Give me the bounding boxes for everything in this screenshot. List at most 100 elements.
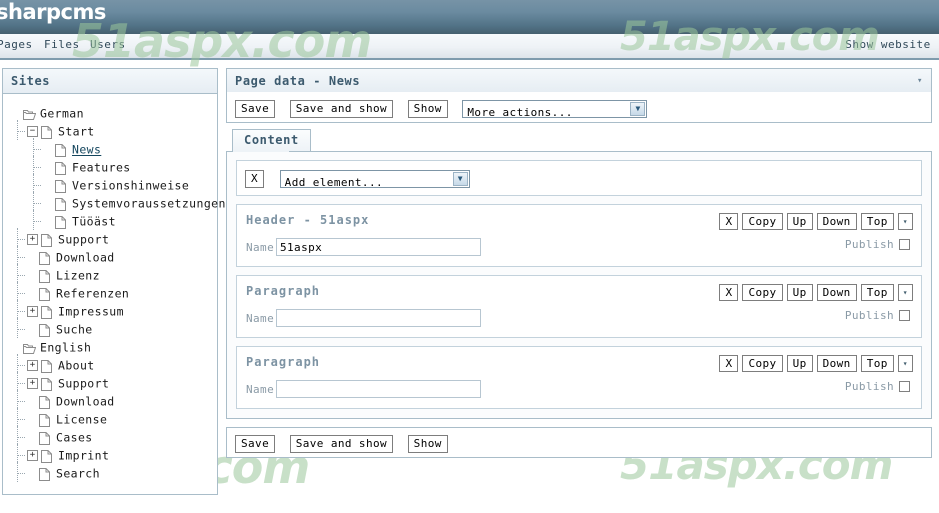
expand-icon[interactable]: +	[27, 234, 38, 245]
move-up-button[interactable]: Up	[786, 283, 813, 301]
tree-connector	[17, 228, 18, 248]
tree-item-label[interactable]: Support	[58, 377, 109, 391]
page-icon	[55, 143, 68, 157]
tree-item-label[interactable]: Download	[56, 251, 115, 265]
site-tree[interactable]: German − Start News Features Versionshinweise…	[3, 94, 225, 482]
copy-button[interactable]: Copy	[742, 283, 783, 301]
name-input[interactable]: 51aspx	[276, 238, 481, 256]
tree-item-versionshinweise[interactable]: Versionshinweise	[11, 174, 217, 194]
tree-item-label[interactable]: Referenzen	[56, 287, 129, 301]
publish-checkbox[interactable]	[899, 381, 910, 392]
expand-icon[interactable]: +	[27, 360, 38, 371]
tree-item-label[interactable]: Start	[58, 125, 95, 139]
publish-checkbox[interactable]	[899, 310, 910, 321]
tree-item-label[interactable]: Search	[56, 467, 100, 481]
tree-item-start[interactable]: − Start	[11, 120, 217, 140]
save-and-show-button[interactable]: Save and show	[289, 99, 394, 118]
menu-item-files[interactable]: Files	[44, 38, 80, 51]
name-input[interactable]	[276, 309, 481, 327]
menu-right-links[interactable]: Show website L	[845, 38, 939, 51]
tree-item-imprint[interactable]: + Imprint	[11, 444, 217, 464]
tab-baseline	[226, 151, 932, 152]
tree-item-suche[interactable]: Suche	[11, 318, 217, 338]
delete-button[interactable]: X	[719, 212, 739, 230]
tree-item-features[interactable]: Features	[11, 156, 217, 176]
tree-item-label[interactable]: Features	[72, 161, 131, 175]
tree-item-label[interactable]: Support	[58, 233, 109, 247]
collapse-icon[interactable]: −	[27, 126, 38, 137]
tree-item-impressum[interactable]: + Impressum	[11, 300, 217, 320]
tree-connector	[17, 311, 25, 312]
menu-item-users[interactable]: Users	[90, 38, 126, 51]
tab-content[interactable]: Content	[232, 129, 311, 151]
menu-item-pages[interactable]: Pages	[0, 38, 33, 51]
chevron-down-icon[interactable]: ▾	[917, 69, 923, 93]
tree-item-label[interactable]: License	[56, 413, 107, 427]
move-top-button[interactable]: Top	[860, 283, 894, 301]
tree-item-referenzen[interactable]: Referenzen	[11, 282, 217, 302]
chevron-down-icon[interactable]: ▾	[897, 212, 913, 230]
save-button[interactable]: Save	[235, 99, 276, 118]
tree-item-label[interactable]: Suche	[56, 323, 93, 337]
more-actions-select[interactable]: More actions... ▼	[462, 99, 648, 119]
move-down-button[interactable]: Down	[816, 212, 857, 230]
move-up-button[interactable]: Up	[786, 354, 813, 372]
tree-item-license[interactable]: License	[11, 408, 217, 428]
name-input[interactable]	[276, 380, 481, 398]
content-element-card: Paragraph X Copy Up Down Top ▾ Name Publish	[236, 274, 922, 338]
save-button-bottom[interactable]: Save	[235, 435, 276, 453]
move-up-button[interactable]: Up	[786, 212, 813, 230]
show-button[interactable]: Show	[407, 99, 448, 118]
tree-item-german[interactable]: German	[11, 104, 217, 122]
move-down-button[interactable]: Down	[816, 354, 857, 372]
expand-icon[interactable]: +	[27, 378, 38, 389]
chevron-down-icon[interactable]: ▾	[897, 283, 913, 301]
tree-item-english[interactable]: English	[11, 338, 217, 356]
tree-item-label[interactable]: German	[40, 107, 84, 121]
delete-button[interactable]: X	[719, 283, 739, 301]
move-top-button[interactable]: Top	[860, 354, 894, 372]
tree-item-label[interactable]: Cases	[56, 431, 93, 445]
tree-item-label[interactable]: News	[72, 143, 101, 157]
folder-icon	[23, 341, 37, 355]
name-label: Name	[246, 382, 275, 396]
tree-item-support[interactable]: + Support	[11, 228, 217, 248]
tree-item-lizenz[interactable]: Lizenz	[11, 264, 217, 284]
tree-item-download[interactable]: Download	[11, 246, 217, 266]
copy-button[interactable]: Copy	[742, 212, 783, 230]
publish-checkbox[interactable]	[899, 239, 910, 250]
show-button-bottom[interactable]: Show	[407, 435, 448, 453]
tree-item-label[interactable]: Versionshinweise	[72, 179, 189, 193]
tree-item-download[interactable]: Download	[11, 390, 217, 410]
tree-item-news[interactable]: News	[11, 138, 217, 158]
add-element-select[interactable]: Add element... ▼	[279, 169, 470, 189]
tree-item-label[interactable]: Systemvoraussetzungen	[72, 197, 226, 211]
tree-item-support[interactable]: + Support	[11, 372, 217, 392]
tree-item-t-st[interactable]: Tüöäst	[11, 210, 217, 230]
tree-item-label[interactable]: Lizenz	[56, 269, 100, 283]
chevron-down-icon[interactable]: ▾	[897, 354, 913, 372]
save-and-show-button-bottom[interactable]: Save and show	[289, 435, 394, 453]
tree-item-search[interactable]: Search	[11, 462, 217, 482]
tree-item-systemvoraussetzungen[interactable]: Systemvoraussetzungen	[11, 192, 225, 212]
remove-add-element-button[interactable]: X	[245, 169, 265, 188]
tree-item-about[interactable]: + About	[11, 354, 217, 374]
expand-icon[interactable]: +	[27, 306, 38, 317]
publish-control: Publish	[845, 309, 910, 322]
page-icon	[41, 359, 54, 373]
tree-item-label[interactable]: Tüöäst	[72, 215, 116, 229]
move-top-button[interactable]: Top	[860, 212, 894, 230]
tree-item-label[interactable]: English	[40, 341, 91, 355]
tree-item-label[interactable]: Download	[56, 395, 115, 409]
tree-item-label[interactable]: About	[58, 359, 95, 373]
tree-item-cases[interactable]: Cases	[11, 426, 217, 446]
tree-item-label[interactable]: Imprint	[58, 449, 109, 463]
move-down-button[interactable]: Down	[816, 283, 857, 301]
page-icon	[41, 377, 54, 391]
delete-button[interactable]: X	[719, 354, 739, 372]
expand-icon[interactable]: +	[27, 450, 38, 461]
page-icon	[39, 323, 52, 337]
tree-item-label[interactable]: Impressum	[58, 305, 124, 319]
copy-button[interactable]: Copy	[742, 354, 783, 372]
